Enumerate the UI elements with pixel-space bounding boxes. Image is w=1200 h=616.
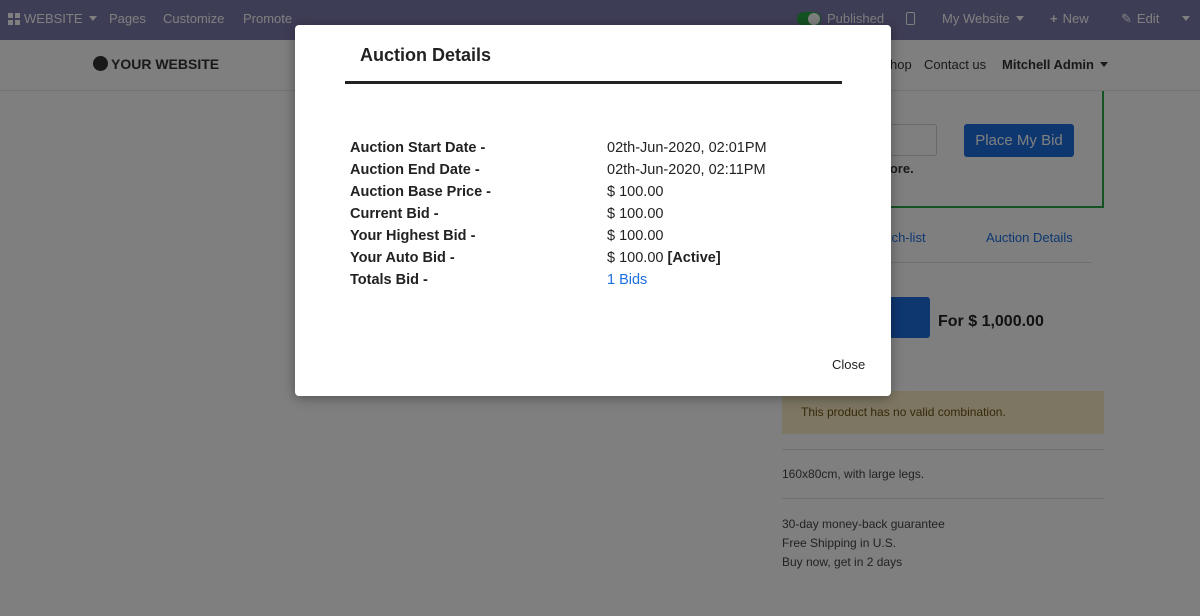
- detail-row-auto-bid: Your Auto Bid - $ 100.00 [Active]: [350, 250, 850, 272]
- detail-row-current-bid: Current Bid - $ 100.00: [350, 206, 850, 228]
- detail-label: Totals Bid -: [350, 272, 428, 288]
- detail-row-total-bids: Totals Bid - 1 Bids: [350, 272, 850, 294]
- auto-bid-amount: $ 100.00: [607, 250, 664, 266]
- detail-row-end-date: Auction End Date - 02th-Jun-2020, 02:11P…: [350, 162, 850, 184]
- detail-label: Your Highest Bid -: [350, 228, 476, 244]
- detail-label: Auction Base Price -: [350, 184, 492, 200]
- detail-value: 02th-Jun-2020, 02:01PM: [607, 140, 767, 156]
- title-underline: [345, 81, 842, 84]
- detail-value: $ 100.00: [607, 206, 664, 222]
- close-button[interactable]: Close: [832, 357, 865, 372]
- detail-label: Auction End Date -: [350, 162, 480, 178]
- total-bids-link[interactable]: 1 Bids: [607, 272, 647, 288]
- detail-label: Auction Start Date -: [350, 140, 486, 156]
- detail-value: 02th-Jun-2020, 02:11PM: [607, 162, 766, 178]
- detail-value: $ 100.00 [Active]: [607, 250, 721, 266]
- auto-bid-status: [Active]: [667, 250, 721, 266]
- detail-label: Current Bid -: [350, 206, 439, 222]
- detail-value: $ 100.00: [607, 228, 664, 244]
- detail-row-start-date: Auction Start Date - 02th-Jun-2020, 02:0…: [350, 140, 850, 162]
- modal-title: Auction Details: [360, 45, 492, 65]
- detail-value: $ 100.00: [607, 184, 664, 200]
- detail-label: Your Auto Bid -: [350, 250, 455, 266]
- detail-row-highest-bid: Your Highest Bid - $ 100.00: [350, 228, 850, 250]
- auction-details-modal: Auction Details Auction Start Date - 02t…: [295, 25, 891, 396]
- detail-row-base-price: Auction Base Price - $ 100.00: [350, 184, 850, 206]
